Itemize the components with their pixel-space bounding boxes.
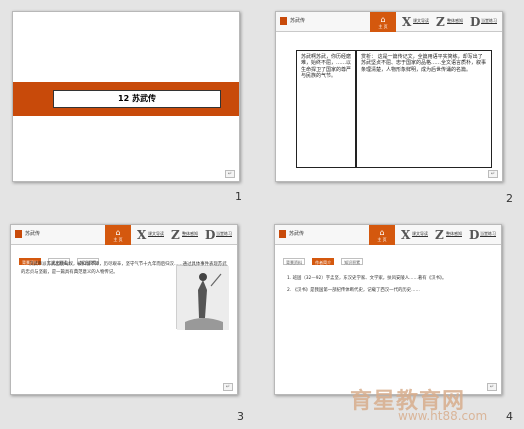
slide-header: 苏武传 ⌂ 主 页 X 课文导读 Z 整体感知 D 当堂练习 [11, 225, 237, 245]
nav-letter-z: Z [171, 228, 180, 242]
header-brand: 苏武传 [289, 231, 305, 237]
tab-knowledge[interactable]: 知识积累 [341, 258, 364, 265]
paragraph-1: 1. 班固（32—92）字孟坚，东汉史学家、文学家，扶风安陵人……著有《汉书》。 [287, 276, 447, 281]
nav-label: 当堂练习 [481, 18, 497, 23]
nav-button-practice[interactable]: D 当堂练习 [205, 228, 235, 242]
nav-button-reading[interactable]: X 课文导读 [137, 228, 167, 242]
nav-button-reading[interactable]: X 课文导读 [402, 15, 432, 29]
nav-button-overview[interactable]: Z 整体感知 [436, 15, 466, 29]
section-tabs: 背景资料 课文解读 知识积累 [19, 249, 101, 265]
slide-thumbnail-3[interactable]: 苏武传 ⌂ 主 页 X 课文导读 Z 整体感知 D 当堂练习 背景资料 课文解读… [10, 224, 238, 395]
nav-label: 整体感知 [446, 231, 462, 236]
nav-button-overview[interactable]: Z 整体感知 [171, 228, 201, 242]
nav-letter-x: X [401, 228, 411, 242]
slide-title: 12 苏武传 [53, 90, 221, 108]
slide-thumbnail-4[interactable]: 苏武传 ⌂ 主 页 X 课文导读 Z 整体感知 D 当堂练习 背景资料 作者简介… [274, 224, 502, 395]
home-label: 主 页 [113, 237, 123, 242]
nav-letter-d: D [470, 15, 481, 29]
section-tabs: 背景资料 作者简介 知识积累 [283, 249, 365, 265]
nav-label: 整体感知 [182, 231, 198, 236]
home-icon: ⌂ [115, 228, 121, 237]
slide-header: 苏武传 ⌂ 主 页 X 课文导读 Z 整体感知 D 当堂练习 [276, 12, 502, 32]
nav-label: 整体感知 [447, 18, 463, 23]
nav-label: 课文导读 [148, 231, 164, 236]
nav-label: 课文导读 [413, 18, 429, 23]
paragraph-2: 2. 《汉书》是我国第一部纪传体断代史，记载了西汉一代的历史…… [287, 287, 420, 293]
header-brand: 苏武传 [290, 18, 306, 24]
slide-number-2: 2 [506, 192, 513, 205]
tab-author[interactable]: 作者简介 [312, 258, 335, 265]
poem-box: 苏武啊苏武，你历经磨难，始终不屈，……以生命捍卫了国家的尊严与民族的气节。 [296, 50, 356, 168]
slide-number-4: 4 [506, 410, 513, 423]
slide-corner-tag: ↵ [222, 383, 233, 391]
slide-corner-tag: ↵ [224, 170, 235, 178]
slide-thumbnail-1[interactable]: 12 苏武传 ↵ [12, 11, 240, 182]
home-icon: ⌂ [379, 228, 385, 237]
logo-icon [15, 230, 22, 238]
slide-thumbnail-2[interactable]: 苏武传 ⌂ 主 页 X 课文导读 Z 整体感知 D 当堂练习 苏武啊苏武，你历经… [275, 11, 503, 182]
nav-button-overview[interactable]: Z 整体感知 [435, 228, 465, 242]
nav-button-practice[interactable]: D 当堂练习 [470, 15, 500, 29]
tab-background[interactable]: 背景资料 [283, 258, 305, 265]
nav-label: 课文导读 [412, 231, 428, 236]
nav-button-practice[interactable]: D 当堂练习 [469, 228, 499, 242]
logo-icon [280, 17, 287, 25]
home-label: 主 页 [377, 237, 387, 242]
home-button[interactable]: ⌂ 主 页 [105, 225, 131, 245]
analysis-text: 这是一篇传记文，全篇用语平实简练，却写出了苏武坚贞不屈、忠于国家的品格……全文语… [361, 54, 487, 73]
slide-corner-tag: ↵ [486, 383, 497, 391]
watermark-url: www.ht88.com [398, 409, 488, 423]
home-button[interactable]: ⌂ 主 页 [370, 12, 396, 32]
nav-letter-d: D [205, 228, 216, 242]
slide-number-3: 3 [237, 410, 244, 423]
nav-button-reading[interactable]: X 课文导读 [401, 228, 431, 242]
nav-letter-z: Z [436, 15, 445, 29]
nav-letter-z: Z [435, 228, 444, 242]
nav-label: 当堂练习 [216, 231, 232, 236]
nav-letter-d: D [469, 228, 480, 242]
nav-label: 当堂练习 [480, 231, 496, 236]
logo-icon [279, 230, 286, 238]
body-text: 1. 班固（32—92）字孟坚，东汉史学家、文学家，扶风安陵人……著有《汉书》。… [287, 275, 491, 298]
nav-letter-x: X [402, 15, 412, 29]
home-button[interactable]: ⌂ 主 页 [369, 225, 395, 245]
slide-number-1: 1 [235, 190, 242, 203]
analysis-box: 赏析： 这是一篇传记文，全篇用语平实简练，却写出了苏武坚贞不屈、忠于国家的品格…… [356, 50, 492, 168]
header-brand: 苏武传 [25, 231, 41, 237]
home-label: 主 页 [378, 24, 388, 29]
home-icon: ⌂ [380, 15, 386, 24]
nav-letter-x: X [137, 228, 147, 242]
slide-header: 苏武传 ⌂ 主 页 X 课文导读 Z 整体感知 D 当堂练习 [275, 225, 501, 245]
body-text: 汉武帝派苏武出使匈奴，被扣留不降，历尽艰辛，坚守气节十九年而后归汉……通过具体事… [21, 262, 227, 275]
slide-corner-tag: ↵ [487, 170, 498, 178]
